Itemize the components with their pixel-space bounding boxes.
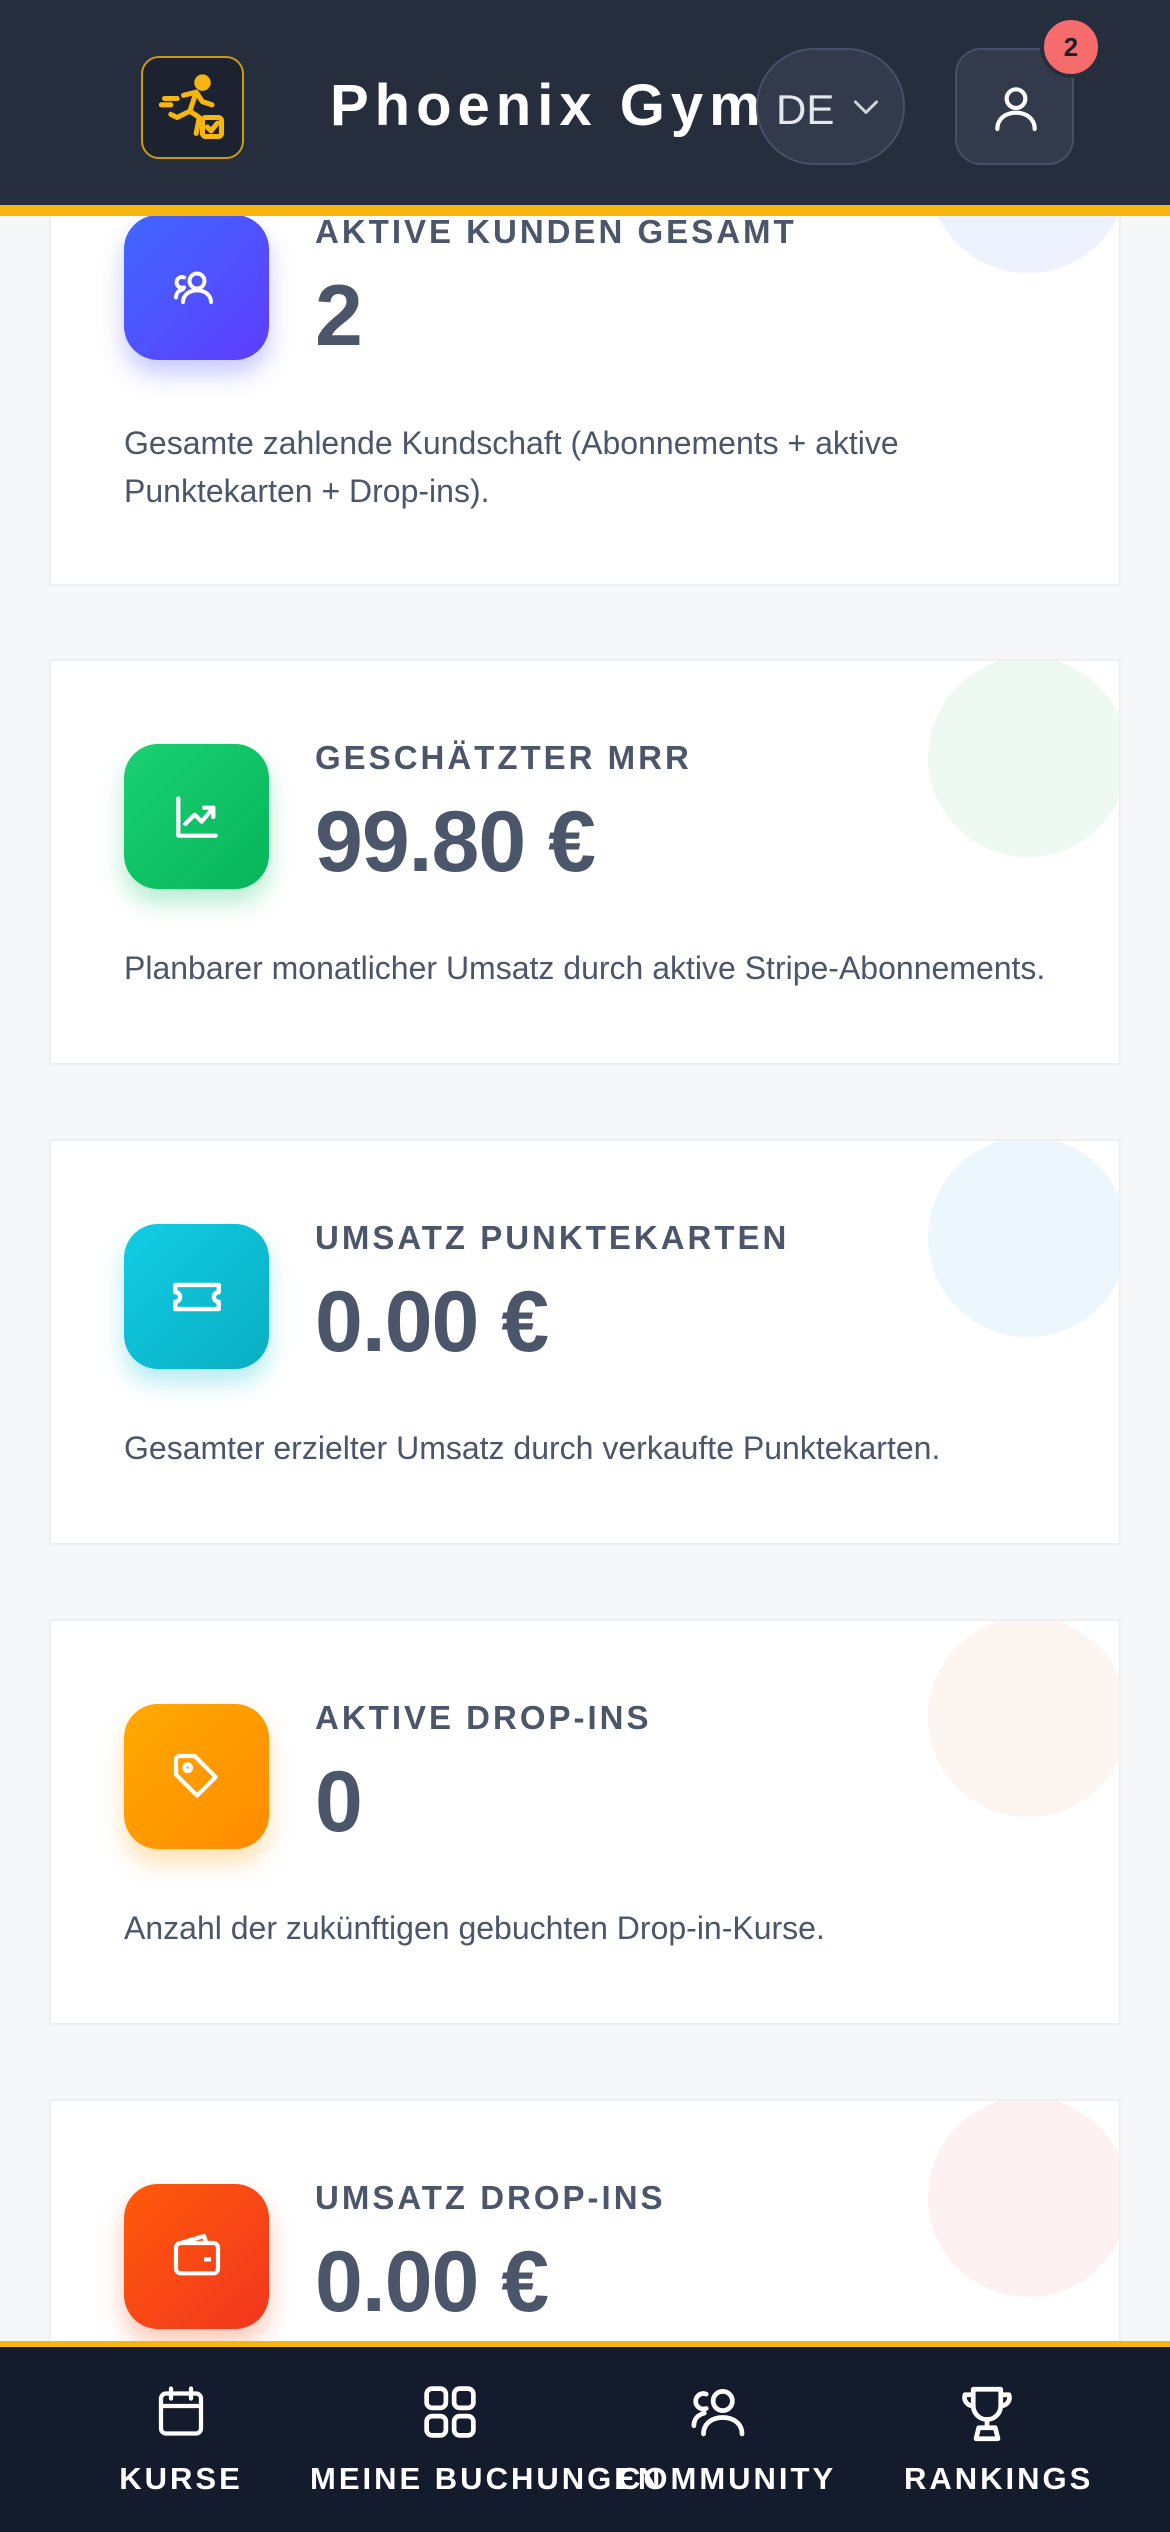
app-title: Phoenix Gym <box>330 73 767 138</box>
ticket-icon <box>124 1224 269 1369</box>
app-header: Phoenix Gym DE 2 <box>0 0 1170 216</box>
nav-item-community[interactable]: COMMUNITY <box>618 2347 837 2532</box>
nav-label: COMMUNITY <box>618 2461 837 2496</box>
stat-label: UMSATZ DROP-INS <box>315 2179 666 2216</box>
stat-label: AKTIVE DROP-INS <box>315 1699 652 1736</box>
stat-value: 0.00 € <box>315 2234 549 2330</box>
users-icon <box>691 2389 745 2437</box>
stat-description: Planbarer monatlicher Umsatz durch aktiv… <box>124 950 1046 986</box>
stat-value: 0 <box>315 1754 363 1850</box>
decorative-circle <box>928 2101 1119 2297</box>
language-value: DE <box>776 86 835 133</box>
dashboard-content: AKTIVE KUNDEN GESAMT 2 Gesamte zahlende … <box>0 0 1170 2532</box>
chevron-down-icon <box>854 100 878 114</box>
stat-label: GESCHÄTZTER MRR <box>315 739 692 776</box>
stat-label: AKTIVE KUNDEN GESAMT <box>315 213 797 250</box>
stat-card-punch-card-revenue: UMSATZ PUNKTEKARTEN 0.00 € Gesamter erzi… <box>49 1139 1121 1545</box>
grid-icon <box>424 2386 476 2438</box>
nav-label: RANKINGS <box>904 2461 1094 2496</box>
stat-description: Anzahl der zukünftigen gebuchten Drop-in… <box>124 1910 825 1946</box>
trending-up-icon <box>124 744 269 889</box>
nav-label: MEINE BUCHUNGEN <box>310 2461 664 2496</box>
decorative-circle <box>928 1141 1119 1337</box>
nav-item-rankings[interactable]: RANKINGS <box>904 2347 1094 2532</box>
stat-label: UMSATZ PUNKTEKARTEN <box>315 1219 790 1256</box>
user-icon <box>995 87 1037 132</box>
stat-description: Gesamter erzielter Umsatz durch verkauft… <box>124 1430 941 1466</box>
wallet-icon <box>124 2184 269 2329</box>
trophy-icon <box>962 2386 1012 2442</box>
decorative-circle <box>928 1621 1119 1817</box>
calendar-icon <box>158 2386 204 2436</box>
notification-badge: 2 <box>1040 16 1102 78</box>
language-selector[interactable]: DE <box>756 48 905 165</box>
bottom-navigation: KURSE MEINE BUCHUNGEN COMMUNITY RANKINGS <box>0 2341 1170 2532</box>
runner-logo-icon <box>158 74 225 140</box>
stat-value: 2 <box>315 268 363 364</box>
users-icon <box>124 215 269 360</box>
nav-label: KURSE <box>119 2461 243 2496</box>
tag-icon <box>124 1704 269 1849</box>
decorative-circle <box>928 661 1119 857</box>
stat-card-active-customers: AKTIVE KUNDEN GESAMT 2 Gesamte zahlende … <box>49 181 1121 586</box>
gym-logo[interactable] <box>141 56 244 159</box>
stat-card-mrr: GESCHÄTZTER MRR 99.80 € Planbarer monatl… <box>49 659 1121 1065</box>
stat-card-active-drop-ins: AKTIVE DROP-INS 0 Anzahl der zukünftigen… <box>49 1619 1121 2025</box>
nav-item-meine-buchungen[interactable]: MEINE BUCHUNGEN <box>310 2347 664 2532</box>
stat-value: 99.80 € <box>315 794 596 890</box>
stat-value: 0.00 € <box>315 1274 549 1370</box>
nav-item-kurse[interactable]: KURSE <box>110 2347 252 2532</box>
stat-description: Gesamte zahlende Kundschaft (Abonnements… <box>124 425 899 509</box>
